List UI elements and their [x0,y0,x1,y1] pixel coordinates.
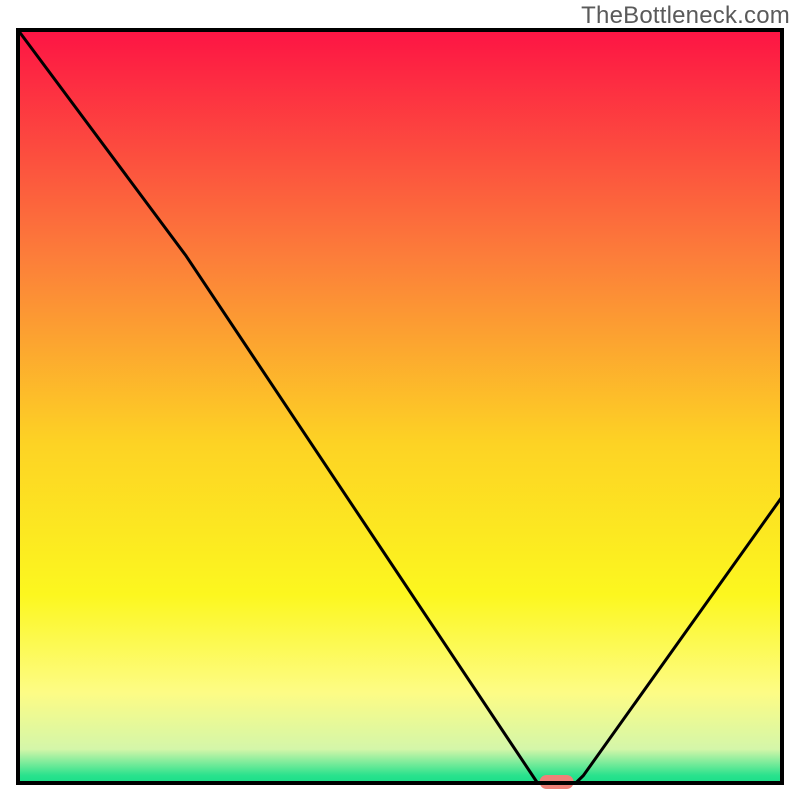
bottleneck-chart [0,0,800,800]
watermark-text: TheBottleneck.com [581,2,790,30]
chart-plot-area [18,30,782,783]
